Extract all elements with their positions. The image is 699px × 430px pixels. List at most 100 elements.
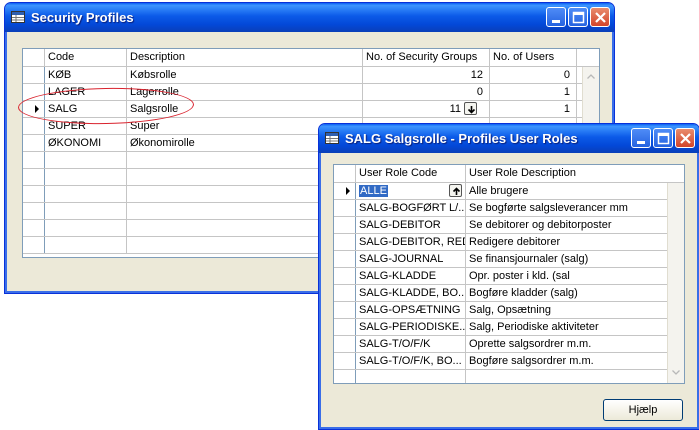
user-role-code-cell: SALG-BOGFØRT L/...: [356, 200, 466, 216]
empty-cell: [45, 186, 127, 202]
row-selector[interactable]: [23, 118, 45, 134]
column-header-user-role-code[interactable]: User Role Code: [356, 165, 466, 182]
user-role-code-cell[interactable]: ALLE: [356, 183, 466, 199]
row-selector[interactable]: [334, 234, 356, 250]
column-header-security-groups[interactable]: No. of Security Groups: [363, 49, 490, 66]
user-role-description-cell: Bogføre salgsordrer m.m.: [469, 355, 594, 367]
user-roles-table: User Role Code User Role Description ALL…: [333, 164, 685, 384]
empty-cell: [45, 237, 127, 253]
help-button[interactable]: Hjælp: [603, 399, 683, 421]
user-role-description-cell: Redigere debitorer: [469, 236, 561, 248]
empty-cell: [45, 169, 127, 185]
row-selector[interactable]: [334, 336, 356, 352]
title-bar[interactable]: Security Profiles: [5, 3, 614, 32]
code-cell: KØB: [45, 67, 127, 83]
title-bar[interactable]: SALG Salgsrolle - Profiles User Roles: [319, 124, 699, 153]
row-selector[interactable]: [23, 67, 45, 83]
column-header-users[interactable]: No. of Users: [490, 49, 577, 66]
user-role-code-cell: SALG-KLADDE, BO...: [356, 285, 466, 301]
user-role-description-cell: Se debitorer og debitorposter: [469, 219, 612, 231]
table-icon: [325, 132, 339, 144]
column-header-user-role-description[interactable]: User Role Description: [466, 165, 666, 182]
user-role-description-cell: Alle brugere: [469, 185, 529, 197]
user-role-description-cell: Opr. poster i kld. (sal: [469, 270, 570, 282]
table-icon: [11, 11, 25, 23]
table-row[interactable]: SALG-KLADDE, BO... Bogføre kladder (salg…: [334, 285, 684, 302]
row-selector[interactable]: [334, 268, 356, 284]
description-cell: Købsrolle: [127, 67, 363, 83]
user-role-description-cell: Oprette salgsordrer m.m.: [469, 338, 592, 350]
user-role-description-cell: Salg, Opsætning: [469, 304, 551, 316]
empty-cell: [45, 152, 127, 168]
user-role-description-cell: Se finansjournaler (salg): [469, 253, 589, 265]
row-selector[interactable]: [334, 285, 356, 301]
user-role-code-cell: SALG-T/O/F/K, BO...: [356, 353, 466, 369]
table-row[interactable]: SALG-KLADDE Opr. poster i kld. (sal: [334, 268, 684, 285]
table-row[interactable]: SALG-BOGFØRT L/... Se bogførte salgsleve…: [334, 200, 684, 217]
table-row[interactable]: SALG-PERIODISKE... Salg, Periodiske akti…: [334, 319, 684, 336]
row-selector[interactable]: [23, 152, 45, 168]
table-row[interactable]: SALG-T/O/F/K Oprette salgsordrer m.m.: [334, 336, 684, 353]
security-groups-cell: 12: [363, 67, 490, 83]
minimize-icon[interactable]: [631, 128, 651, 148]
row-selector[interactable]: [23, 203, 45, 219]
row-selector[interactable]: [334, 200, 356, 216]
user-role-code-cell: SALG-DEBITOR: [356, 217, 466, 233]
user-role-code-cell: SALG-PERIODISKE...: [356, 319, 466, 335]
table-row[interactable]: SALG-OPSÆTNING Salg, Opsætning: [334, 302, 684, 319]
code-cell: ØKONOMI: [45, 135, 127, 151]
row-selector[interactable]: [334, 370, 356, 383]
table-row[interactable]: SALG-JOURNAL Se finansjournaler (salg): [334, 251, 684, 268]
table-row[interactable]: SALG-DEBITOR Se debitorer og debitorpost…: [334, 217, 684, 234]
maximize-icon[interactable]: [653, 128, 673, 148]
user-role-code-value: ALLE: [359, 185, 388, 197]
users-cell: 1: [490, 84, 577, 100]
minimize-icon[interactable]: [546, 7, 566, 27]
row-selector[interactable]: [23, 220, 45, 236]
table-row[interactable]: KØB Købsrolle 12 0: [23, 67, 599, 84]
row-selector[interactable]: [23, 169, 45, 185]
scroll-down-icon[interactable]: [668, 365, 684, 381]
row-selector[interactable]: [23, 237, 45, 253]
column-header-description[interactable]: Description: [127, 49, 363, 66]
row-selector[interactable]: [334, 302, 356, 318]
user-role-code-cell: SALG-DEBITOR, RED.: [356, 234, 466, 250]
window-title: Security Profiles: [31, 10, 134, 25]
table-row[interactable]: SALG-T/O/F/K, BO... Bogføre salgsordrer …: [334, 353, 684, 370]
row-selector[interactable]: [334, 251, 356, 267]
security-groups-value: 11: [449, 103, 461, 115]
row-selector[interactable]: [334, 217, 356, 233]
lookup-icon[interactable]: [449, 184, 462, 197]
row-selector[interactable]: [334, 183, 356, 199]
maximize-icon[interactable]: [568, 7, 588, 27]
user-role-description-cell: Se bogførte salgsleverancer mm: [469, 202, 628, 214]
empty-cell: [356, 370, 466, 383]
row-selector[interactable]: [23, 186, 45, 202]
lookup-icon[interactable]: [464, 102, 477, 115]
row-pointer-icon: [346, 187, 350, 195]
close-icon[interactable]: [590, 7, 610, 27]
window-title: SALG Salgsrolle - Profiles User Roles: [345, 131, 578, 146]
close-icon[interactable]: [675, 128, 695, 148]
user-role-code-cell: SALG-OPSÆTNING: [356, 302, 466, 318]
profiles-user-roles-window: SALG Salgsrolle - Profiles User Roles Us…: [318, 123, 699, 430]
empty-cell: [45, 203, 127, 219]
scroll-up-icon[interactable]: [583, 69, 599, 85]
column-header-code[interactable]: Code: [45, 49, 127, 66]
header-selector: [334, 165, 356, 182]
user-role-code-cell: SALG-JOURNAL: [356, 251, 466, 267]
row-selector[interactable]: [334, 319, 356, 335]
header-selector: [23, 49, 45, 66]
row-selector[interactable]: [334, 353, 356, 369]
table-header: Code Description No. of Security Groups …: [23, 49, 599, 67]
table-row[interactable]: SALG-DEBITOR, RED. Redigere debitorer: [334, 234, 684, 251]
empty-row[interactable]: [334, 370, 684, 383]
table-row-selected[interactable]: ALLE Alle brugere: [334, 183, 684, 200]
security-groups-cell[interactable]: 11: [363, 101, 490, 117]
vertical-scrollbar[interactable]: [667, 183, 684, 383]
row-selector[interactable]: [23, 135, 45, 151]
security-groups-cell: 0: [363, 84, 490, 100]
user-role-description-cell: Salg, Periodiske aktiviteter: [469, 321, 599, 333]
empty-cell: [45, 220, 127, 236]
table-header: User Role Code User Role Description: [334, 165, 684, 183]
